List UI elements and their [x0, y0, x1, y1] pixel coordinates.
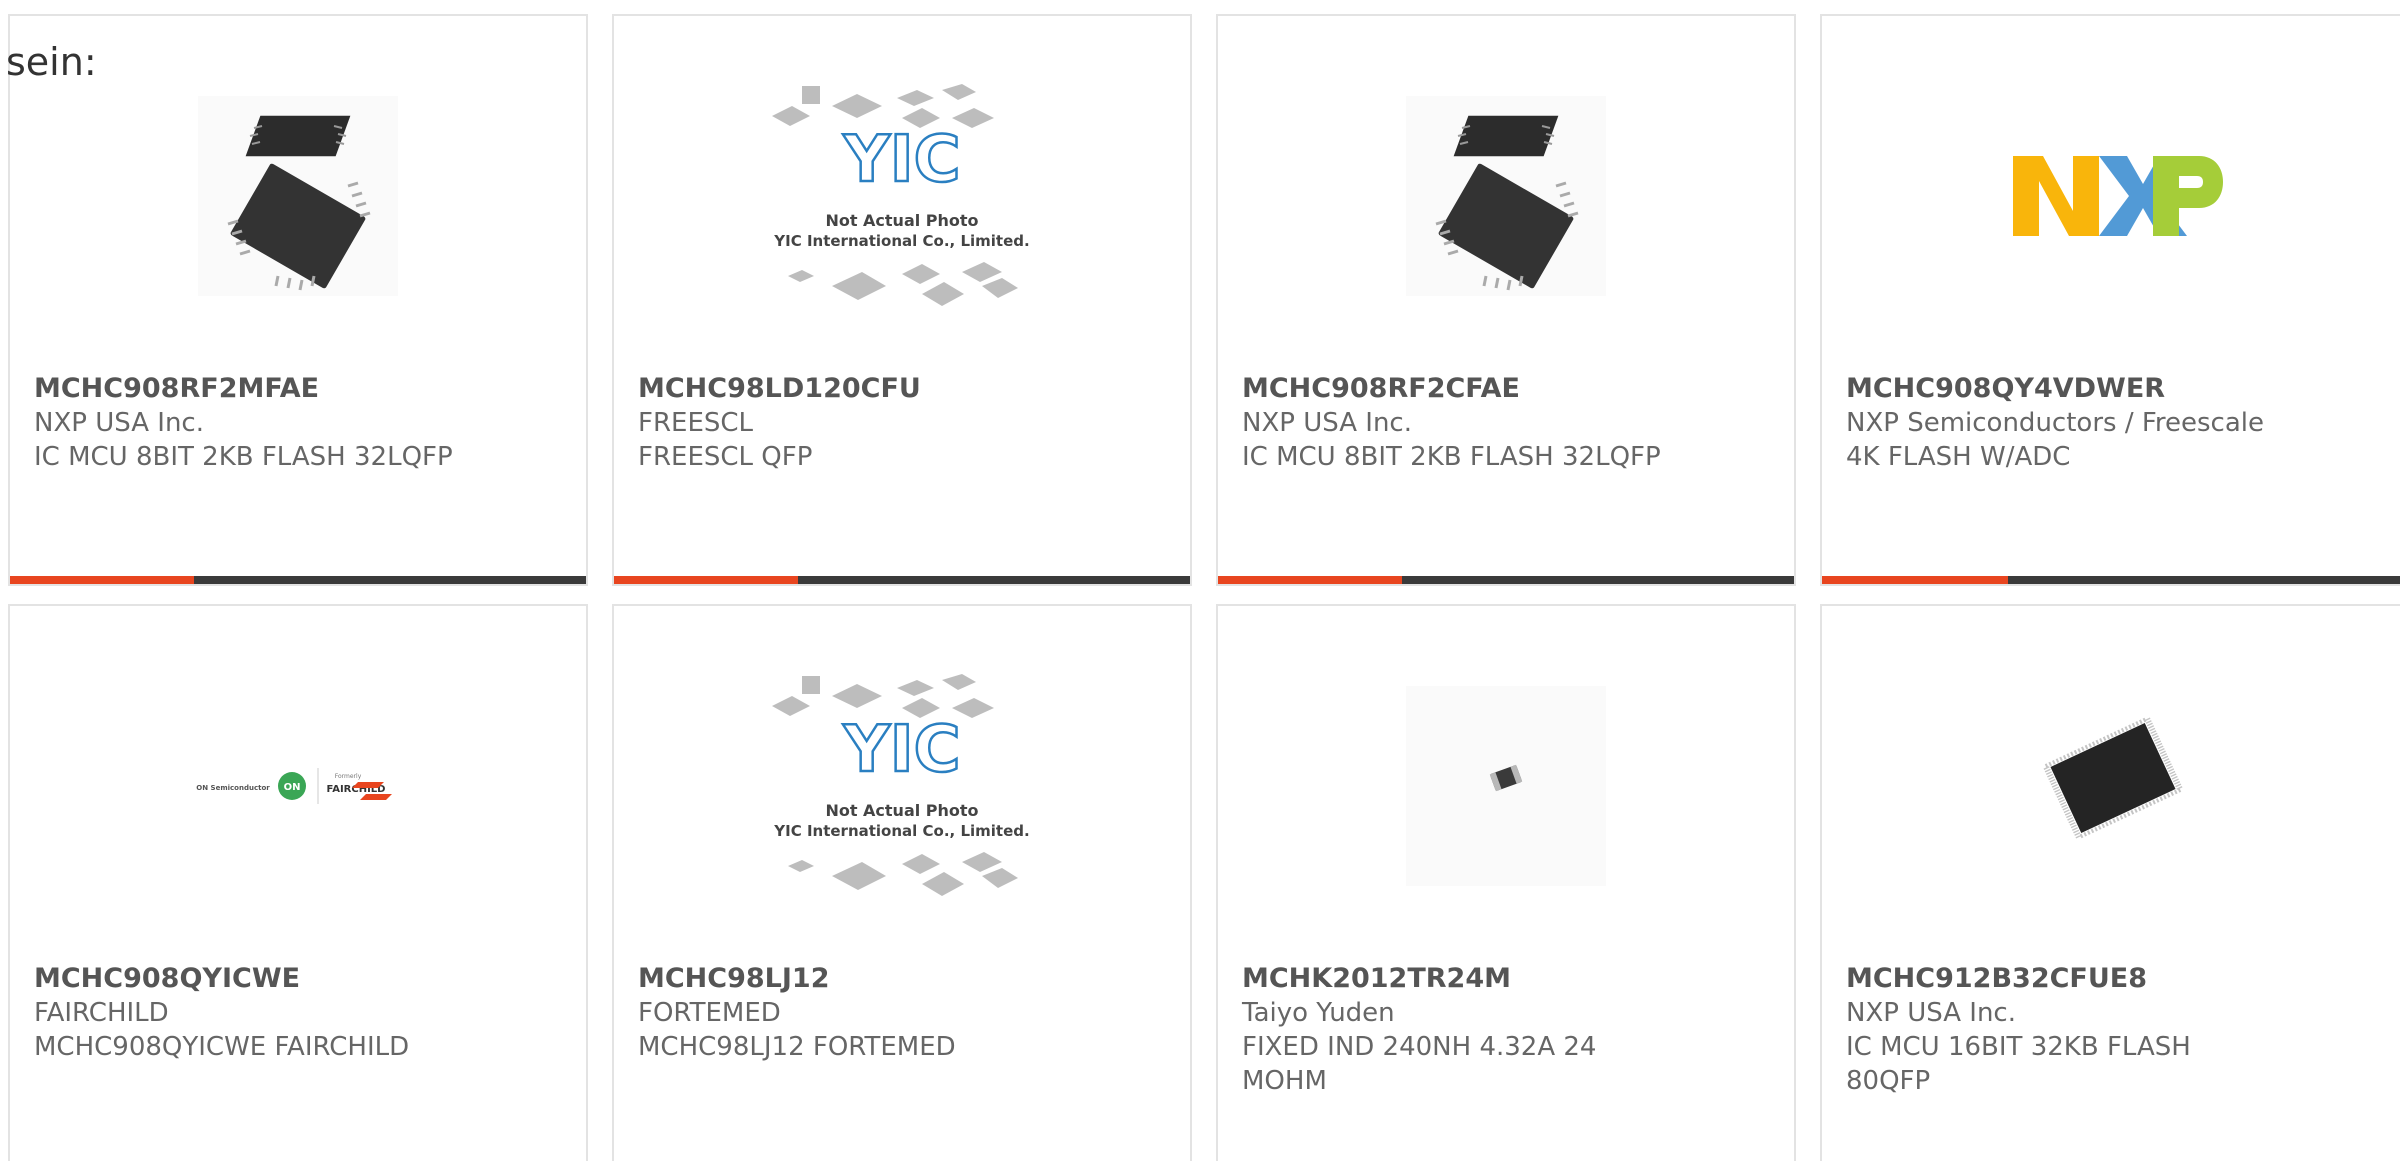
- placeholder-caption-line2: YIC International Co., Limited.: [773, 232, 1029, 250]
- product-card[interactable]: MCHC908RF2CFAE NXP USA Inc. IC MCU 8BIT …: [1216, 14, 1796, 586]
- product-image[interactable]: [1822, 76, 2400, 316]
- product-description: FREESCL QFP: [638, 442, 813, 472]
- product-image[interactable]: [1218, 666, 1794, 906]
- card-progress-fill: [10, 576, 195, 584]
- yic-logo-icon: YIC: [842, 123, 960, 197]
- product-card[interactable]: ON Semiconductor ON Formerly FAIRCHILD M…: [8, 604, 588, 1161]
- card-progress-fill: [614, 576, 799, 584]
- product-description: IC MCU 8BIT 2KB FLASH 32LQFP: [34, 442, 453, 472]
- product-image[interactable]: YIC Not Actual Photo YIC International C…: [614, 76, 1190, 316]
- yic-placeholder-icon: YIC Not Actual Photo YIC International C…: [772, 84, 1030, 306]
- smd-inductor-icon: [1406, 686, 1606, 886]
- product-info: MCHC908QY4VDWER NXP Semiconductors / Fre…: [1846, 372, 2380, 474]
- product-manufacturer: FREESCL: [638, 408, 754, 438]
- product-manufacturer: FAIRCHILD: [34, 998, 169, 1028]
- qfp80-chip-icon: [2042, 715, 2184, 841]
- formerly-text: Formerly: [335, 773, 362, 780]
- product-info: MCHC908QYICWE FAIRCHILD MCHC908QYICWE FA…: [34, 962, 562, 1064]
- product-manufacturer: FORTEMED: [638, 998, 781, 1028]
- intro-text: sein:: [6, 40, 97, 84]
- placeholder-caption-line2: YIC International Co., Limited.: [773, 822, 1029, 840]
- product-manufacturer: NXP USA Inc.: [1242, 408, 1412, 438]
- product-image[interactable]: ON Semiconductor ON Formerly FAIRCHILD: [10, 666, 586, 906]
- product-part-number[interactable]: MCHC98LD120CFU: [638, 372, 1166, 406]
- on-fairchild-logo-icon: ON Semiconductor ON Formerly FAIRCHILD: [196, 768, 392, 804]
- product-part-number[interactable]: MCHC98LJ12: [638, 962, 1166, 996]
- product-info: MCHC912B32CFUE8 NXP USA Inc. IC MCU 16BI…: [1846, 962, 2380, 1098]
- product-card[interactable]: MCHC908QY4VDWER NXP Semiconductors / Fre…: [1820, 14, 2400, 586]
- on-badge-text: ON: [284, 782, 301, 793]
- product-part-number[interactable]: MCHC908QY4VDWER: [1846, 372, 2380, 406]
- product-image[interactable]: YIC Not Actual Photo YIC International C…: [614, 666, 1190, 906]
- product-image[interactable]: [1218, 76, 1794, 316]
- product-description: 4K FLASH W/ADC: [1846, 442, 2071, 472]
- product-info: MCHC908RF2MFAE NXP USA Inc. IC MCU 8BIT …: [34, 372, 562, 474]
- product-description: MCHC98LJ12 FORTEMED: [638, 1032, 956, 1062]
- product-card[interactable]: MCHC908RF2MFAE NXP USA Inc. IC MCU 8BIT …: [8, 14, 588, 586]
- card-progress-bar: [1822, 576, 2400, 584]
- product-manufacturer: NXP USA Inc.: [34, 408, 204, 438]
- product-card[interactable]: YIC Not Actual Photo YIC International C…: [612, 604, 1192, 1161]
- qfp-chip-icon: [1406, 96, 1606, 296]
- product-description: IC MCU 8BIT 2KB FLASH 32LQFP: [1242, 442, 1661, 472]
- yic-placeholder-icon: YIC Not Actual Photo YIC International C…: [772, 674, 1030, 896]
- product-part-number[interactable]: MCHC908QYICWE: [34, 962, 562, 996]
- yic-logo-icon: YIC: [842, 713, 960, 787]
- placeholder-caption-line1: Not Actual Photo: [825, 211, 978, 230]
- product-card[interactable]: MCHC912B32CFUE8 NXP USA Inc. IC MCU 16BI…: [1820, 604, 2400, 1161]
- product-manufacturer: Taiyo Yuden: [1242, 998, 1395, 1028]
- qfp-chip-icon: [198, 96, 398, 296]
- nxp-logo-icon: [2013, 156, 2223, 236]
- product-info: MCHK2012TR24M Taiyo Yuden FIXED IND 240N…: [1242, 962, 1770, 1098]
- card-progress-bar: [10, 576, 586, 584]
- product-part-number[interactable]: MCHC912B32CFUE8: [1846, 962, 2380, 996]
- product-card[interactable]: MCHK2012TR24M Taiyo Yuden FIXED IND 240N…: [1216, 604, 1796, 1161]
- product-image[interactable]: [10, 76, 586, 316]
- card-progress-bar: [1218, 576, 1794, 584]
- product-description: IC MCU 16BIT 32KB FLASH 80QFP: [1846, 1032, 2191, 1096]
- product-part-number[interactable]: MCHK2012TR24M: [1242, 962, 1770, 996]
- product-grid-page: sein: MCHC908RF2MFAE NXP USA Inc. IC MCU…: [0, 0, 2400, 1161]
- product-image[interactable]: [1822, 666, 2400, 906]
- card-progress-bar: [614, 576, 1190, 584]
- product-info: MCHC98LD120CFU FREESCL FREESCL QFP: [638, 372, 1166, 474]
- product-manufacturer: NXP USA Inc.: [1846, 998, 2016, 1028]
- product-part-number[interactable]: MCHC908RF2MFAE: [34, 372, 562, 406]
- placeholder-caption-line1: Not Actual Photo: [825, 801, 978, 820]
- product-info: MCHC908RF2CFAE NXP USA Inc. IC MCU 8BIT …: [1242, 372, 1770, 474]
- product-info: MCHC98LJ12 FORTEMED MCHC98LJ12 FORTEMED: [638, 962, 1166, 1064]
- on-semi-text: ON Semiconductor: [196, 784, 270, 792]
- product-description: MCHC908QYICWE FAIRCHILD: [34, 1032, 410, 1062]
- product-description: FIXED IND 240NH 4.32A 24 MOHM: [1242, 1032, 1597, 1096]
- card-progress-fill: [1218, 576, 1403, 584]
- product-manufacturer: NXP Semiconductors / Freescale: [1846, 408, 2265, 438]
- product-part-number[interactable]: MCHC908RF2CFAE: [1242, 372, 1770, 406]
- product-card[interactable]: YIC Not Actual Photo YIC International C…: [612, 14, 1192, 586]
- card-progress-fill: [1822, 576, 2009, 584]
